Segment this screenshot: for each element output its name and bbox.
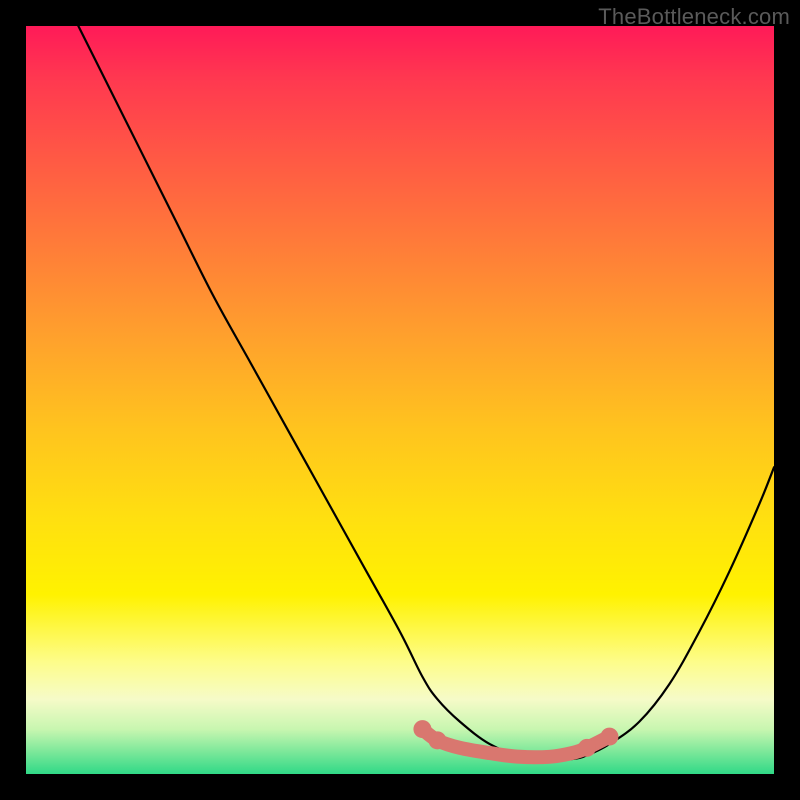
bottleneck-curve [78,26,774,760]
plot-area [26,26,774,774]
optimal-band [413,720,618,757]
chart-svg [26,26,774,774]
band-dot [578,739,596,757]
band-dot [428,731,446,749]
band-dot [600,728,618,746]
watermark-text: TheBottleneck.com [598,4,790,30]
band-dot [413,720,431,738]
chart-frame: TheBottleneck.com [0,0,800,800]
